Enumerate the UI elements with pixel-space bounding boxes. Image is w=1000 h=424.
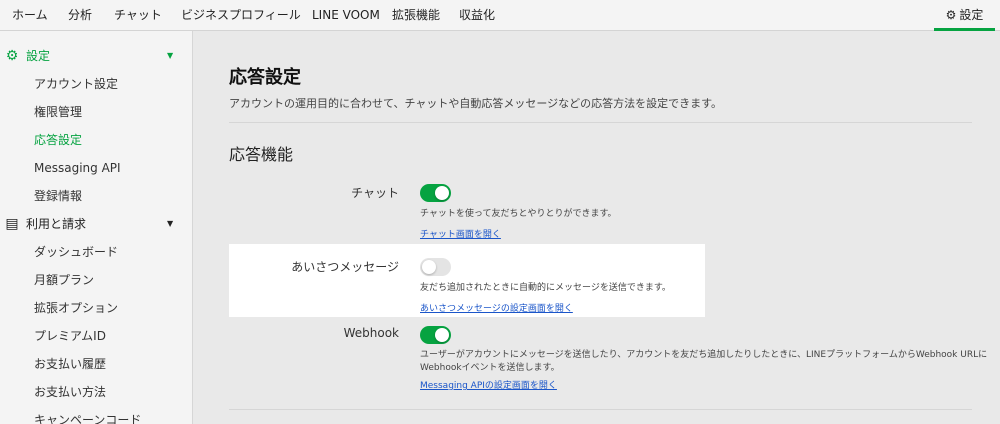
webhook-row-label: Webhook: [343, 326, 399, 340]
toggle-knob: [422, 260, 436, 274]
page-title: 応答設定: [229, 67, 301, 88]
toggle-knob: [435, 328, 449, 342]
greeting-description: 友だち追加されたときに自動的にメッセージを送信できます。: [420, 283, 671, 293]
nav-settings-tab[interactable]: ⚙ 設定: [934, 0, 995, 31]
toggle-knob: [435, 186, 449, 200]
sidebar-item-campaign-code[interactable]: キャンペーンコード: [34, 410, 141, 424]
webhook-toggle[interactable]: [420, 326, 451, 344]
nav-settings-label: 設定: [959, 8, 984, 22]
sidebar-group-settings[interactable]: ⚙ 設定 ▼: [0, 44, 193, 68]
nav-chat[interactable]: チャット: [114, 0, 162, 30]
sidebar-item-response-settings[interactable]: 応答設定: [34, 130, 82, 150]
messaging-api-settings-link[interactable]: Messaging APIの設定画面を開く: [420, 378, 557, 391]
webhook-description-line2: Webhookイベントを送信します。: [420, 363, 560, 373]
sidebar-group-billing-label: 利用と請求: [26, 217, 87, 231]
sidebar-item-messaging-api[interactable]: Messaging API: [34, 158, 121, 178]
sidebar-item-monthly-plan[interactable]: 月額プラン: [34, 270, 94, 290]
sidebar-group-billing[interactable]: ▤ 利用と請求 ▼: [0, 212, 193, 236]
sidebar-item-account-settings[interactable]: アカウント設定: [34, 74, 118, 94]
sidebar-item-registration-info[interactable]: 登録情報: [34, 186, 82, 206]
receipt-icon: ▤: [5, 216, 19, 232]
sidebar-item-extension-options[interactable]: 拡張オプション: [34, 298, 118, 318]
sidebar-item-permissions[interactable]: 権限管理: [34, 102, 82, 122]
chevron-down-icon: ▼: [167, 219, 174, 228]
sidebar-item-dashboard[interactable]: ダッシュボード: [34, 242, 118, 262]
nav-analytics[interactable]: 分析: [68, 0, 92, 30]
nav-home[interactable]: ホーム: [12, 0, 48, 30]
chevron-down-icon: ▼: [167, 51, 174, 60]
section-title: 応答機能: [229, 145, 294, 164]
divider: [229, 122, 972, 123]
chat-description: チャットを使って友だちとやりとりができます。: [420, 209, 617, 219]
webhook-description-line1: ユーザーがアカウントにメッセージを送信したり、アカウントを友だち追加したりしたと…: [420, 350, 988, 360]
sidebar-item-payment-method[interactable]: お支払い方法: [34, 382, 106, 402]
sidebar: ⚙ 設定 ▼ アカウント設定 権限管理 応答設定 Messaging API 登…: [0, 31, 193, 424]
chat-row-label: チャット: [351, 186, 399, 200]
divider: [229, 409, 972, 410]
top-navigation: ホーム 分析 チャット ビジネスプロフィール LINE VOOM 拡張機能 収益…: [0, 0, 1000, 31]
gear-icon: ⚙: [5, 48, 19, 64]
chat-toggle[interactable]: [420, 184, 451, 202]
sidebar-item-payment-history[interactable]: お支払い履歴: [34, 354, 106, 374]
sidebar-group-settings-label: 設定: [26, 49, 51, 63]
sidebar-item-premium-id[interactable]: プレミアムID: [34, 326, 106, 346]
nav-monetization[interactable]: 収益化: [459, 0, 495, 30]
greeting-row-label: あいさつメッセージ: [291, 260, 399, 274]
greeting-toggle[interactable]: [420, 258, 451, 276]
nav-line-voom[interactable]: LINE VOOM: [312, 0, 380, 30]
nav-business-profile[interactable]: ビジネスプロフィール: [181, 0, 301, 30]
main-content: 応答設定 アカウントの運用目的に合わせて、チャットや自動応答メッセージなどの応答…: [194, 31, 1000, 424]
page-description: アカウントの運用目的に合わせて、チャットや自動応答メッセージなどの応答方法を設定…: [229, 97, 723, 110]
nav-extensions[interactable]: 拡張機能: [392, 0, 440, 30]
greeting-settings-link[interactable]: あいさつメッセージの設定画面を開く: [420, 301, 573, 314]
chat-open-link[interactable]: チャット画面を開く: [420, 227, 501, 240]
gear-icon: ⚙: [945, 8, 957, 22]
